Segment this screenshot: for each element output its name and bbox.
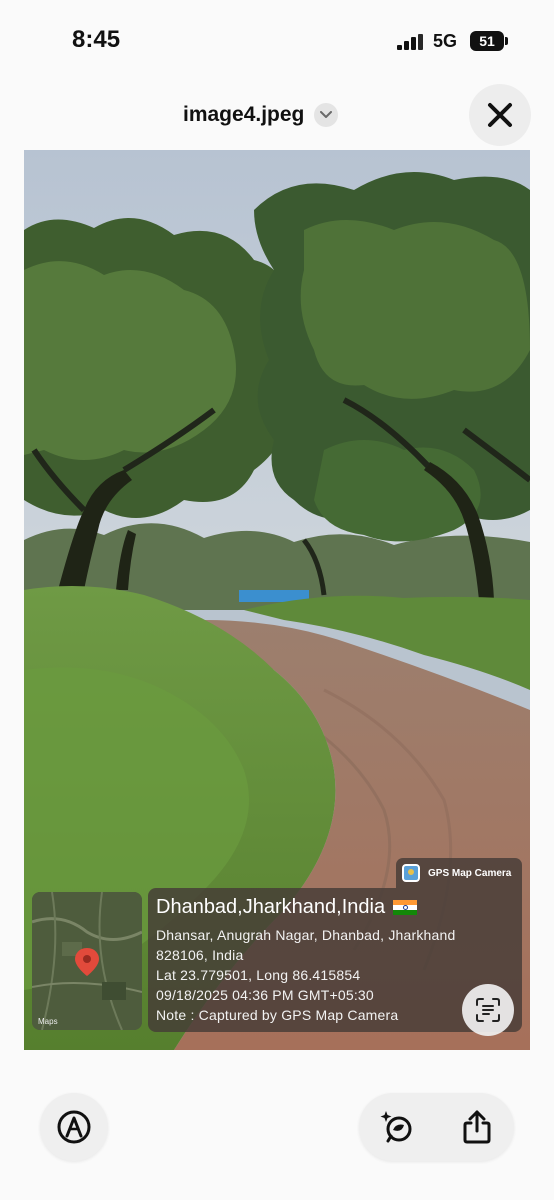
status-time: 8:45: [72, 26, 121, 53]
status-bar: 8:45 5G 51: [0, 0, 554, 80]
visual-lookup-button[interactable]: [371, 1101, 423, 1153]
markup-button[interactable]: [40, 1093, 108, 1161]
maps-attribution: Maps: [38, 1017, 58, 1026]
gps-map-camera-badge: GPS Map Camera: [396, 858, 522, 888]
close-button[interactable]: [469, 84, 531, 146]
gps-datetime: 09/18/2025 04:36 PM GMT+05:30: [156, 987, 374, 1003]
gps-location-title: Dhanbad,Jharkhand,India: [156, 896, 514, 919]
photo-actions-group: [359, 1093, 514, 1161]
close-icon: [488, 103, 512, 127]
gps-address-line-1: Dhansar, Anugrah Nagar, Dhanbad, Jharkha…: [156, 927, 456, 943]
india-flag-icon: [393, 900, 418, 915]
markup-icon: [57, 1110, 91, 1144]
filename-menu[interactable]: image4.jpeg: [183, 100, 339, 130]
chevron-down-icon[interactable]: [314, 103, 339, 127]
gps-title-text: Dhanbad,Jharkhand,India: [156, 896, 386, 918]
visual-lookup-icon: [380, 1111, 412, 1143]
file-name: image4.jpeg: [183, 103, 305, 126]
share-button[interactable]: [451, 1101, 503, 1153]
network-type: 5G: [433, 31, 458, 51]
gps-minimap: Maps: [32, 892, 142, 1030]
live-text-icon: [476, 998, 500, 1022]
gps-badge-label: GPS Map Camera: [428, 867, 512, 879]
cellular-signal-icon: [397, 34, 423, 50]
battery-level: 51: [479, 33, 495, 49]
photo-viewer-screen: 8:45 5G 51 image4.jpeg GPS Map Camera Ma…: [0, 0, 554, 1200]
gps-address-line-2: 828106, India: [156, 947, 244, 963]
gps-map-camera-icon: [402, 864, 420, 882]
battery-tip: [505, 37, 508, 45]
live-text-button[interactable]: [462, 984, 514, 1036]
gps-note: Note : Captured by GPS Map Camera: [156, 1007, 399, 1023]
gps-coordinates: Lat 23.779501, Long 86.415854: [156, 967, 361, 983]
battery-icon: 51: [470, 31, 504, 51]
share-icon: [463, 1110, 491, 1144]
